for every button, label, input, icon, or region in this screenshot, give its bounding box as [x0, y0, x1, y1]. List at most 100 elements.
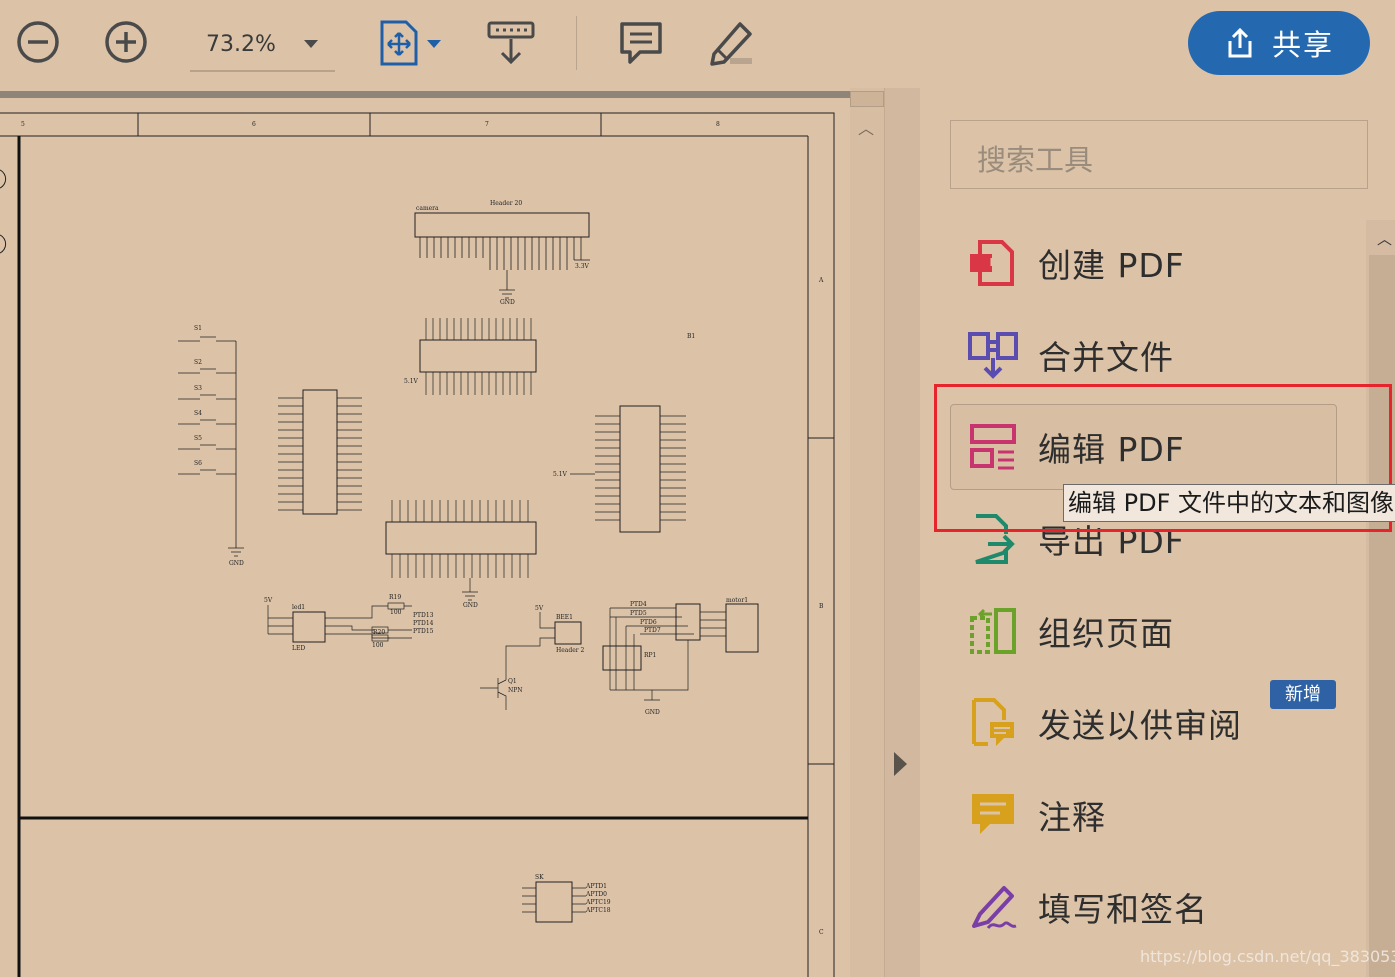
highlight-button[interactable]	[704, 18, 754, 66]
camera-label: camera	[416, 205, 439, 212]
aptd-label: APTC18	[585, 907, 611, 914]
tool-label: 注释	[1038, 798, 1106, 837]
row-letter: A	[818, 277, 824, 284]
zoom-in-button[interactable]	[103, 19, 149, 65]
zoom-out-icon	[17, 21, 59, 63]
v5-label: 5V	[264, 597, 273, 604]
header20-label: Header 20	[490, 200, 522, 207]
q1-label: Q1	[508, 678, 517, 685]
zoom-value: 73.2%	[206, 32, 276, 57]
tool-label: 创建 PDF	[1038, 246, 1185, 285]
ptd-motor-label: PTD6	[640, 619, 657, 626]
fit-page-button[interactable]	[378, 20, 444, 66]
sk-label: SK	[535, 874, 544, 881]
create-pdf-icon	[970, 240, 1014, 286]
aptd-label: APTD0	[585, 891, 607, 898]
scrollbar-thumb[interactable]	[850, 91, 884, 107]
ptd-motor-label: PTD5	[630, 610, 647, 617]
v33-label: 3.3V	[575, 263, 590, 270]
aptd-label: APTC19	[585, 899, 611, 906]
col-number: 5	[21, 121, 25, 128]
row-letter: B	[819, 603, 824, 610]
switch-label: S1	[194, 325, 202, 332]
v5-label: 5V	[535, 605, 544, 612]
chevron-down-icon	[304, 40, 318, 48]
b1-label: B1	[687, 333, 695, 340]
gnd-label: GND	[500, 299, 515, 306]
toolbar: 73.2% 共享	[0, 0, 1395, 88]
led-caption: LED	[292, 645, 305, 652]
bee-label: BEE1	[556, 614, 573, 621]
share-button[interactable]: 共享	[1188, 11, 1370, 75]
search-placeholder: 搜索工具	[977, 143, 1094, 177]
gnd-label: GND	[463, 602, 478, 609]
tool-create-pdf[interactable]: 创建 PDF	[966, 226, 1346, 300]
tool-label: 组织页面	[1038, 614, 1174, 653]
tool-organize-pages[interactable]: 组织页面	[966, 594, 1346, 668]
ptd-label: PTD15	[413, 628, 434, 635]
comment-icon	[972, 794, 1014, 834]
search-tools-input[interactable]: 搜索工具	[950, 120, 1368, 189]
new-badge: 新增	[1270, 680, 1336, 709]
row-letter: C	[819, 929, 824, 936]
r19-label: R19	[389, 594, 401, 601]
fill-sign-icon	[972, 886, 1017, 930]
scroll-mode-button[interactable]	[486, 20, 536, 66]
collapse-pane-icon[interactable]	[894, 752, 907, 776]
ptd-motor-label: PTD4	[630, 601, 647, 608]
col-number: 7	[485, 121, 489, 128]
schematic-page: 5 6 7 8 A B C camera Header 20 GND 3.3V …	[0, 112, 835, 977]
gnd-label: GND	[645, 709, 660, 716]
tool-label: 填写和签名	[1038, 890, 1208, 929]
tool-comment[interactable]: 注释	[966, 778, 1346, 852]
ptd-motor-label: PTD7	[644, 627, 661, 634]
switch-label: S3	[194, 385, 202, 392]
led-label: led1	[292, 604, 305, 611]
zoom-select[interactable]: 73.2%	[190, 22, 335, 72]
chevron-up-icon[interactable]: ︿	[1377, 228, 1392, 249]
ptd-label: PTD13	[413, 612, 434, 619]
share-label: 共享	[1271, 28, 1334, 62]
ptd-label: PTD14	[413, 620, 434, 627]
switch-label: S4	[194, 410, 202, 417]
combine-files-icon	[968, 332, 1018, 379]
zoom-out-button[interactable]	[15, 19, 61, 65]
comment-icon	[620, 22, 662, 64]
chevron-up-icon[interactable]: ︿	[858, 115, 874, 139]
share-icon	[1228, 27, 1252, 58]
tool-label: 发送以供审阅	[1038, 706, 1242, 745]
comment-button[interactable]	[618, 20, 664, 66]
tool-combine-files[interactable]: 合并文件	[966, 318, 1346, 392]
rp1-label: RP1	[644, 652, 656, 659]
watermark: https://blog.csdn.net/qq_38305370	[1140, 947, 1395, 966]
organize-pages-icon	[970, 608, 1016, 654]
pane-splitter	[884, 88, 921, 977]
switch-label: S2	[194, 359, 202, 366]
keyboard-scroll-icon	[487, 21, 535, 65]
send-for-review-icon	[972, 698, 1014, 746]
col-number: 6	[252, 121, 256, 128]
pen-icon	[710, 22, 752, 66]
v51-label: 5.1V	[553, 471, 568, 478]
toolbar-separator	[576, 16, 577, 70]
motor-label: motor1	[726, 597, 748, 604]
tooltip: 编辑 PDF 文件中的文本和图像	[1063, 484, 1395, 522]
document-view[interactable]: 5 6 7 8 A B C camera Header 20 GND 3.3V …	[0, 88, 850, 977]
header2-label: Header 2	[556, 647, 585, 654]
switch-label: S5	[194, 435, 202, 442]
col-number: 8	[716, 121, 720, 128]
zoom-in-icon	[105, 21, 147, 63]
npn-label: NPN	[508, 687, 523, 694]
r20-label: R20	[373, 629, 385, 636]
v51-label: 5.1V	[404, 378, 419, 385]
r-value: 100	[390, 609, 402, 616]
pane-scrollbar-thumb[interactable]	[1369, 255, 1395, 977]
tool-label: 合并文件	[1038, 338, 1174, 377]
switch-label: S6	[194, 460, 202, 467]
gnd-label: GND	[229, 560, 244, 567]
tool-fill-sign[interactable]: 填写和签名	[966, 870, 1346, 944]
document-scrollbar[interactable]	[850, 88, 884, 977]
aptd-label: APTD1	[585, 883, 607, 890]
fit-page-icon	[380, 20, 441, 66]
r-value: 100	[372, 642, 384, 649]
